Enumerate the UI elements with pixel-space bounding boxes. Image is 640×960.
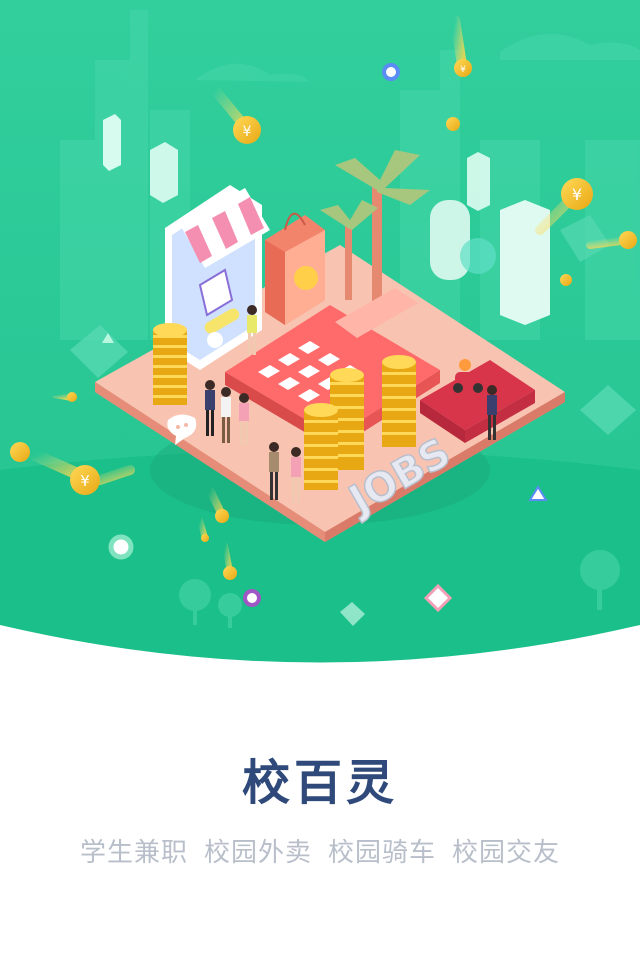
feature-part-time-jobs: 学生兼职: [79, 838, 188, 868]
feature-social: 校园交友: [452, 838, 561, 868]
feature-bike-riding: 校园骑车: [328, 838, 437, 868]
app-title: 校百灵: [241, 755, 398, 811]
svg-text:¥: ¥: [460, 65, 466, 75]
svg-text:¥: ¥: [80, 472, 90, 490]
feature-food-delivery: 校园外卖: [203, 838, 312, 868]
svg-text:¥: ¥: [572, 185, 582, 204]
feature-tagline: 学生兼职 校园外卖 校园骑车 校园交友: [0, 832, 640, 869]
svg-text:¥: ¥: [243, 124, 252, 140]
splash-illustration: JOBS ¥ ¥ ¥ ¥: [0, 0, 640, 680]
intro-section: 校百灵 学生兼职 校园外卖 校园骑车 校园交友: [0, 680, 640, 960]
